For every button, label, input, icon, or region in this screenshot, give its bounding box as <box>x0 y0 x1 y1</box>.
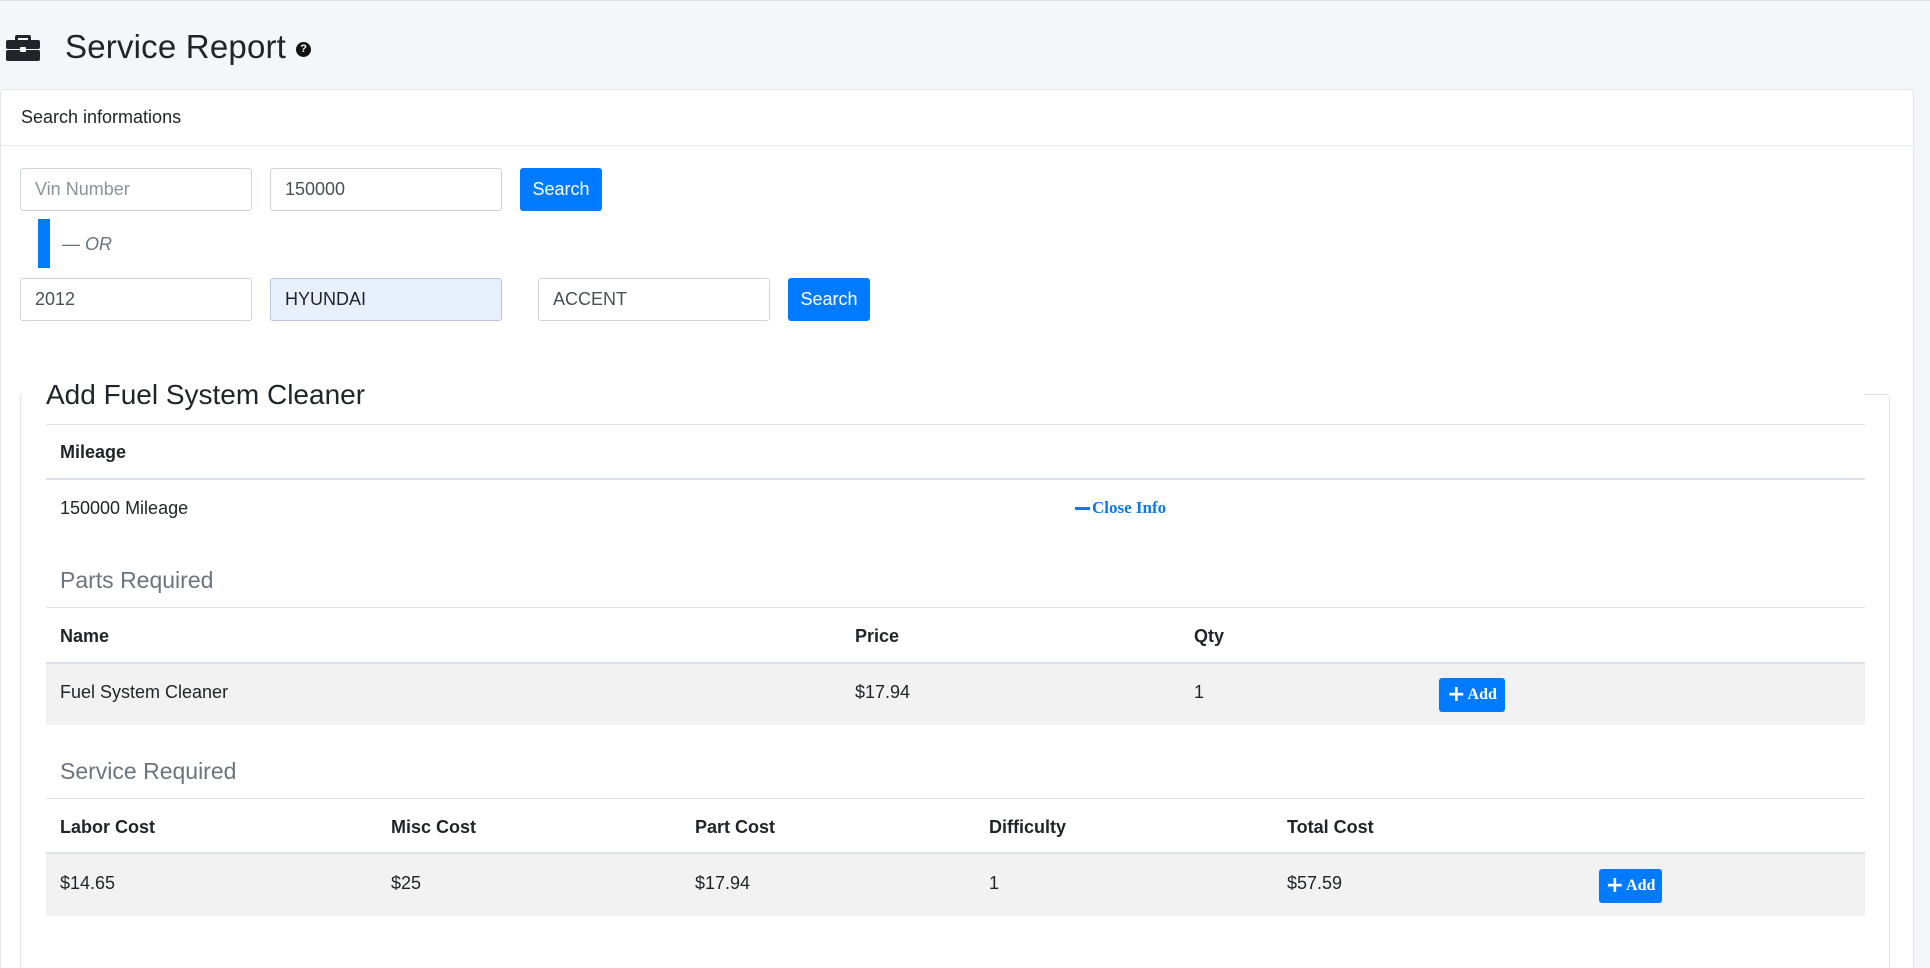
model-select[interactable]: ACCENT <box>538 278 770 321</box>
search-vehicle-button[interactable]: Search <box>788 278 870 321</box>
divider <box>46 478 1865 480</box>
add-label: Add <box>1467 686 1497 703</box>
close-info-label: Close Info <box>1092 498 1167 517</box>
parts-col-qty: Qty <box>1194 626 1225 646</box>
service-required-title: Service Required <box>60 758 237 784</box>
close-info-link[interactable]: Close Info <box>1075 498 1166 518</box>
parts-col-name: Name <box>60 626 110 646</box>
add-label: Add <box>1626 877 1656 894</box>
or-label: — OR <box>62 234 113 254</box>
top-border <box>0 0 1930 1</box>
service-col-part: Part Cost <box>695 817 776 837</box>
part-qty: 1 <box>1194 682 1205 702</box>
plus-icon: + <box>1447 682 1466 707</box>
service-col-difficulty: Difficulty <box>989 817 1067 837</box>
mileage-header: Mileage <box>60 442 127 462</box>
difficulty: 1 <box>989 873 1000 893</box>
total-cost: $57.59 <box>1287 873 1343 893</box>
part-cost: $17.94 <box>695 873 751 893</box>
add-service-button[interactable]: + Add <box>1599 869 1662 903</box>
divider <box>46 607 1865 608</box>
parts-col-price: Price <box>855 626 900 646</box>
page-title: Service Report <box>65 28 287 65</box>
part-price: $17.94 <box>855 682 911 702</box>
table-row <box>46 664 1865 725</box>
table-row <box>46 854 1865 916</box>
year-input[interactable]: 2012 <box>20 278 252 321</box>
or-divider-bar <box>38 219 50 268</box>
page-header: Service Report ? <box>6 26 312 68</box>
misc-cost: $25 <box>391 873 422 893</box>
minus-icon <box>1075 506 1090 510</box>
search-button[interactable]: Search <box>520 168 602 211</box>
divider <box>46 424 1865 425</box>
divider <box>46 798 1865 799</box>
service-col-total: Total Cost <box>1287 817 1374 837</box>
briefcase-icon <box>6 32 40 62</box>
service-col-misc: Misc Cost <box>391 817 477 837</box>
plus-icon: + <box>1605 873 1625 898</box>
labor-cost: $14.65 <box>60 873 116 893</box>
make-select[interactable]: HYUNDAI <box>270 278 502 321</box>
mileage-value: 150000 Mileage <box>60 498 189 518</box>
add-part-button[interactable]: + Add <box>1439 678 1505 712</box>
service-legend: Add Fuel System Cleaner <box>26 379 386 411</box>
card-header: Search informations <box>1 90 1913 146</box>
help-icon[interactable]: ? <box>296 41 312 57</box>
vin-number-input[interactable]: Vin Number <box>20 168 252 211</box>
parts-required-title: Parts Required <box>60 567 214 593</box>
mileage-input[interactable]: 150000 <box>270 168 502 211</box>
service-col-labor: Labor Cost <box>60 817 156 837</box>
part-name: Fuel System Cleaner <box>60 682 229 702</box>
